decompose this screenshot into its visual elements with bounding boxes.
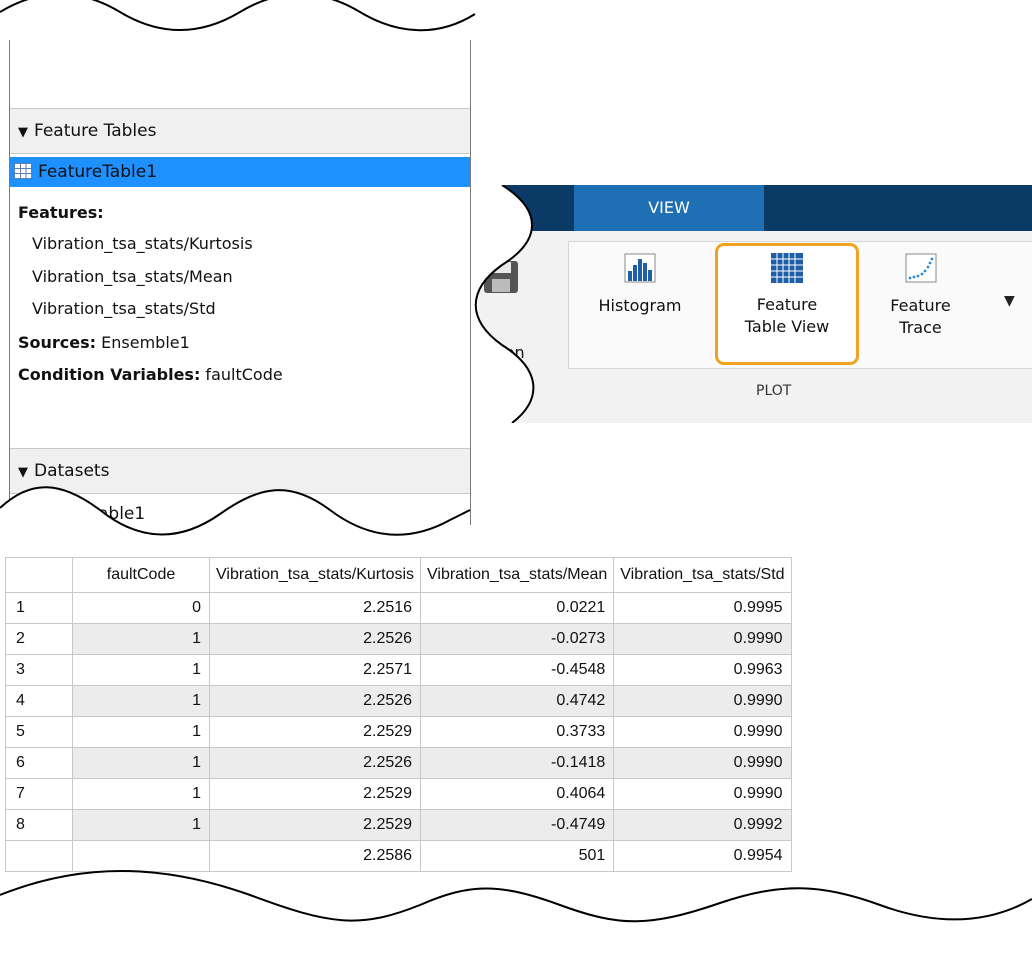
row-index: 7 — [5, 778, 73, 810]
row-index: 1 — [5, 592, 73, 624]
plot-group-label: PLOT — [756, 383, 792, 399]
row-index: 5 — [5, 716, 73, 748]
condition-variables-line: Condition Variables: faultCode — [18, 364, 283, 386]
collapse-triangle-icon: ▼ — [18, 125, 28, 140]
table-row: 4 1 2.2526 0.4742 0.9990 — [5, 685, 792, 717]
feature-list-item: Vibration_tsa_stats/Kurtosis — [32, 234, 253, 253]
feature-table-item[interactable]: FeatureTable1 — [10, 157, 470, 187]
row-index: 2 — [5, 623, 73, 655]
table-cell[interactable]: -0.4548 — [420, 654, 615, 686]
table-cell[interactable]: 2.2529 — [208, 809, 422, 841]
table-cell[interactable]: 0.9992 — [613, 809, 792, 841]
column-header[interactable]: Vibration_tsa_stats/Kurtosis — [208, 557, 422, 593]
table-cell[interactable]: 0.9963 — [613, 654, 792, 686]
data-browser-panel: ▼ Feature Tables FeatureTable1 Features: … — [0, 0, 476, 550]
condition-variables-label: Condition Variables: — [18, 365, 201, 384]
feature-table-label: FeatureTable1 — [38, 162, 158, 182]
panel-right-border — [470, 40, 471, 525]
table-cell[interactable]: -0.1418 — [420, 747, 615, 779]
table-cell[interactable]: 1 — [72, 685, 210, 717]
table-row: 6 1 2.2526 -0.1418 0.9990 — [5, 747, 792, 779]
table-cell[interactable]: 0.4064 — [420, 778, 615, 810]
table-cell[interactable]: 0.9995 — [613, 592, 792, 624]
feature-list-item: Vibration_tsa_stats/Mean — [32, 267, 233, 286]
wavy-cut-table-bottom — [0, 870, 1032, 957]
table-row: 3 1 2.2571 -0.4548 0.9963 — [5, 654, 792, 686]
tab-view[interactable]: VIEW — [574, 185, 764, 231]
wavy-cut-left — [472, 185, 535, 423]
table-cell[interactable]: 1 — [72, 747, 210, 779]
features-label: Features: — [18, 203, 104, 222]
feature-table-view-label-1: Feature — [756, 295, 818, 314]
feature-tables-header[interactable]: ▼ Feature Tables — [10, 108, 470, 154]
ribbon-body: tion Histogram — [478, 231, 1032, 423]
feature-list-item: Vibration_tsa_stats/Std — [32, 299, 216, 318]
table-cell[interactable]: -0.4749 — [420, 809, 615, 841]
column-header[interactable]: Vibration_tsa_stats/Std — [613, 557, 792, 593]
column-header[interactable]: Vibration_tsa_stats/Mean — [420, 557, 615, 593]
table-cell[interactable]: 2.2526 — [208, 623, 422, 655]
table-cell[interactable]: 2.2526 — [208, 685, 422, 717]
feature-trace-icon — [905, 253, 936, 283]
table-row: 8 1 2.2529 -0.4749 0.9992 — [5, 809, 792, 841]
table-row: 7 1 2.2529 0.4064 0.9990 — [5, 778, 792, 810]
table-cell[interactable]: 0.4742 — [420, 685, 615, 717]
condition-variables-value: faultCode — [200, 365, 283, 384]
table-cell[interactable]: 2.2516 — [208, 592, 422, 624]
table-cell[interactable]: 0.9990 — [613, 623, 792, 655]
table-cell[interactable]: 0.9990 — [613, 778, 792, 810]
sources-label: Sources: — [18, 333, 97, 352]
table-header-row: faultCode Vibration_tsa_stats/Kurtosis V… — [5, 557, 792, 593]
column-header[interactable]: faultCode — [72, 557, 210, 593]
table-cell[interactable]: 2.2526 — [208, 747, 422, 779]
feature-trace-button[interactable]: Feature Trace — [873, 253, 968, 349]
feature-trace-label-2: Trace — [899, 318, 942, 337]
table-row: 2 1 2.2526 -0.0273 0.9990 — [5, 623, 792, 655]
table-cell[interactable]: 0.3733 — [420, 716, 615, 748]
table-cell[interactable]: 1 — [72, 716, 210, 748]
feature-table-view-label-2: Table View — [744, 317, 830, 336]
table-cell[interactable]: 1 — [72, 809, 210, 841]
column-header[interactable] — [5, 557, 73, 593]
histogram-label: Histogram — [598, 296, 682, 315]
table-cell[interactable]: -0.0273 — [420, 623, 615, 655]
table-row: 1 0 2.2516 0.0221 0.9995 — [5, 592, 792, 624]
toolstrip: VIEW tion Histogram — [472, 185, 1032, 423]
table-cell[interactable]: 0 — [72, 592, 210, 624]
histogram-button[interactable]: Histogram — [590, 253, 690, 349]
sources-value: Ensemble1 — [96, 333, 190, 352]
feature-table: faultCode Vibration_tsa_stats/Kurtosis V… — [5, 557, 792, 872]
feature-table-view-button[interactable]: Feature Table View — [715, 243, 859, 365]
more-dropdown-icon[interactable]: ▼ — [1004, 293, 1015, 309]
table-row: 5 1 2.2529 0.3733 0.9990 — [5, 716, 792, 748]
table-cell[interactable]: 1 — [72, 623, 210, 655]
tab-bar: VIEW — [478, 185, 1032, 231]
table-cell[interactable]: 1 — [72, 778, 210, 810]
feature-table-view: faultCode Vibration_tsa_stats/Kurtosis V… — [0, 557, 1032, 957]
table-cell[interactable]: 2.2529 — [208, 716, 422, 748]
table-cell[interactable]: 2.2529 — [208, 778, 422, 810]
histogram-icon — [624, 253, 656, 283]
table-cell[interactable]: 0.9990 — [613, 716, 792, 748]
table-cell[interactable]: 1 — [72, 654, 210, 686]
table-icon — [14, 163, 32, 179]
table-cell[interactable]: 2.2571 — [208, 654, 422, 686]
section-divider — [568, 368, 1032, 369]
wavy-cut-bottom — [0, 486, 471, 550]
wavy-cut-top — [0, 0, 476, 32]
feature-table-icon — [771, 253, 803, 283]
row-index: 8 — [5, 809, 73, 841]
table-cell[interactable]: 0.9990 — [613, 747, 792, 779]
row-index: 4 — [5, 685, 73, 717]
row-index: 6 — [5, 747, 73, 779]
sources-line: Sources: Ensemble1 — [18, 332, 190, 354]
row-index: 3 — [5, 654, 73, 686]
table-cell[interactable]: 0.9990 — [613, 685, 792, 717]
feature-trace-label-1: Feature — [890, 296, 951, 315]
table-cell[interactable]: 0.0221 — [420, 592, 615, 624]
